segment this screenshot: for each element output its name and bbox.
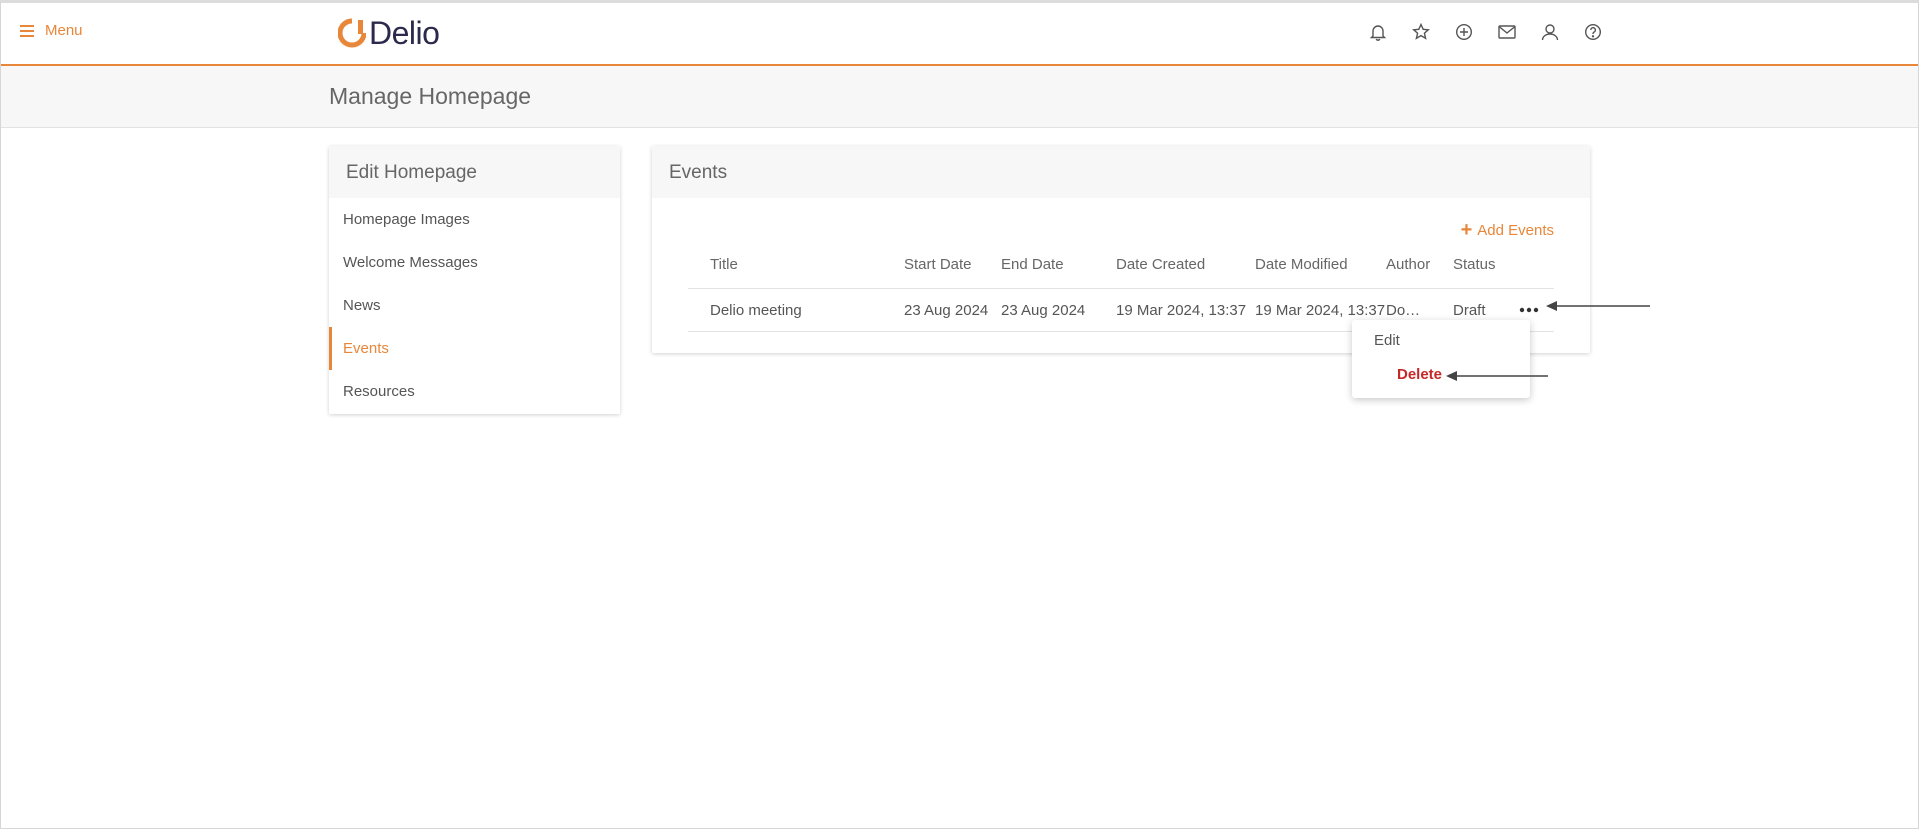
help-icon — [1584, 23, 1601, 41]
user-icon — [1541, 24, 1558, 41]
nav-item-welcome-messages[interactable]: Welcome Messages — [329, 241, 620, 284]
more-horizontal-icon — [1519, 307, 1539, 313]
header-icons — [1356, 20, 1614, 44]
column-header-date-modified[interactable]: Date Modified — [1255, 246, 1348, 283]
menu-label: Menu — [45, 22, 83, 39]
column-header-status[interactable]: Status — [1453, 246, 1496, 283]
event-date-created: 19 Mar 2024, 13:37 — [1116, 302, 1247, 319]
add-events-label: Add Events — [1477, 221, 1554, 239]
edit-homepage-title: Edit Homepage — [329, 146, 620, 198]
logo[interactable]: Delio — [338, 15, 440, 51]
row-actions-button[interactable] — [1517, 300, 1541, 320]
menu-item-delete[interactable]: Delete — [1397, 366, 1442, 383]
event-title: Delio meeting — [710, 302, 802, 319]
profile-button[interactable] — [1528, 20, 1571, 44]
add-events-button[interactable]: + Add Events — [1461, 220, 1554, 240]
star-icon — [1411, 23, 1430, 40]
table-header: Title Start Date End Date Date Created D… — [688, 246, 1554, 289]
column-header-author[interactable]: Author — [1386, 246, 1430, 283]
edit-homepage-nav: Homepage Images Welcome Messages News Ev… — [329, 198, 620, 413]
delio-logo-mark — [338, 18, 366, 48]
annotation-arrow-actions — [1546, 301, 1650, 311]
nav-item-events[interactable]: Events — [329, 327, 620, 370]
column-header-title[interactable]: Title — [710, 246, 738, 283]
bell-icon — [1369, 25, 1386, 41]
events-panel-title: Events — [652, 146, 1590, 198]
nav-item-homepage-images[interactable]: Homepage Images — [329, 198, 620, 241]
annotation-arrow-delete — [1446, 371, 1548, 381]
create-button[interactable] — [1442, 20, 1485, 44]
favorites-button[interactable] — [1399, 20, 1442, 44]
top-bar: Menu Delio — [0, 0, 1919, 66]
mail-icon — [1497, 25, 1516, 39]
plus-circle-icon — [1455, 23, 1472, 41]
column-header-start-date[interactable]: Start Date — [904, 246, 972, 283]
event-start-date: 23 Aug 2024 — [904, 302, 989, 319]
logo-text: Delio — [369, 15, 440, 51]
row-actions-menu: Edit Delete — [1352, 320, 1530, 398]
hamburger-icon — [20, 24, 34, 37]
event-end-date: 23 Aug 2024 — [1001, 302, 1086, 319]
page-title: Manage Homepage — [329, 83, 532, 109]
plus-icon: + — [1460, 219, 1473, 241]
column-header-date-created[interactable]: Date Created — [1116, 246, 1205, 283]
page-header: Manage Homepage — [0, 66, 1919, 128]
menu-item-edit[interactable]: Edit — [1374, 332, 1400, 349]
nav-item-resources[interactable]: Resources — [329, 370, 620, 413]
nav-item-news[interactable]: News — [329, 284, 620, 327]
help-button[interactable] — [1571, 20, 1614, 44]
notifications-button[interactable] — [1356, 20, 1399, 44]
menu-button[interactable]: Menu — [20, 22, 83, 39]
messages-button[interactable] — [1485, 20, 1528, 44]
edit-homepage-panel: Edit Homepage Homepage Images Welcome Me… — [329, 146, 620, 414]
column-header-end-date[interactable]: End Date — [1001, 246, 1064, 283]
